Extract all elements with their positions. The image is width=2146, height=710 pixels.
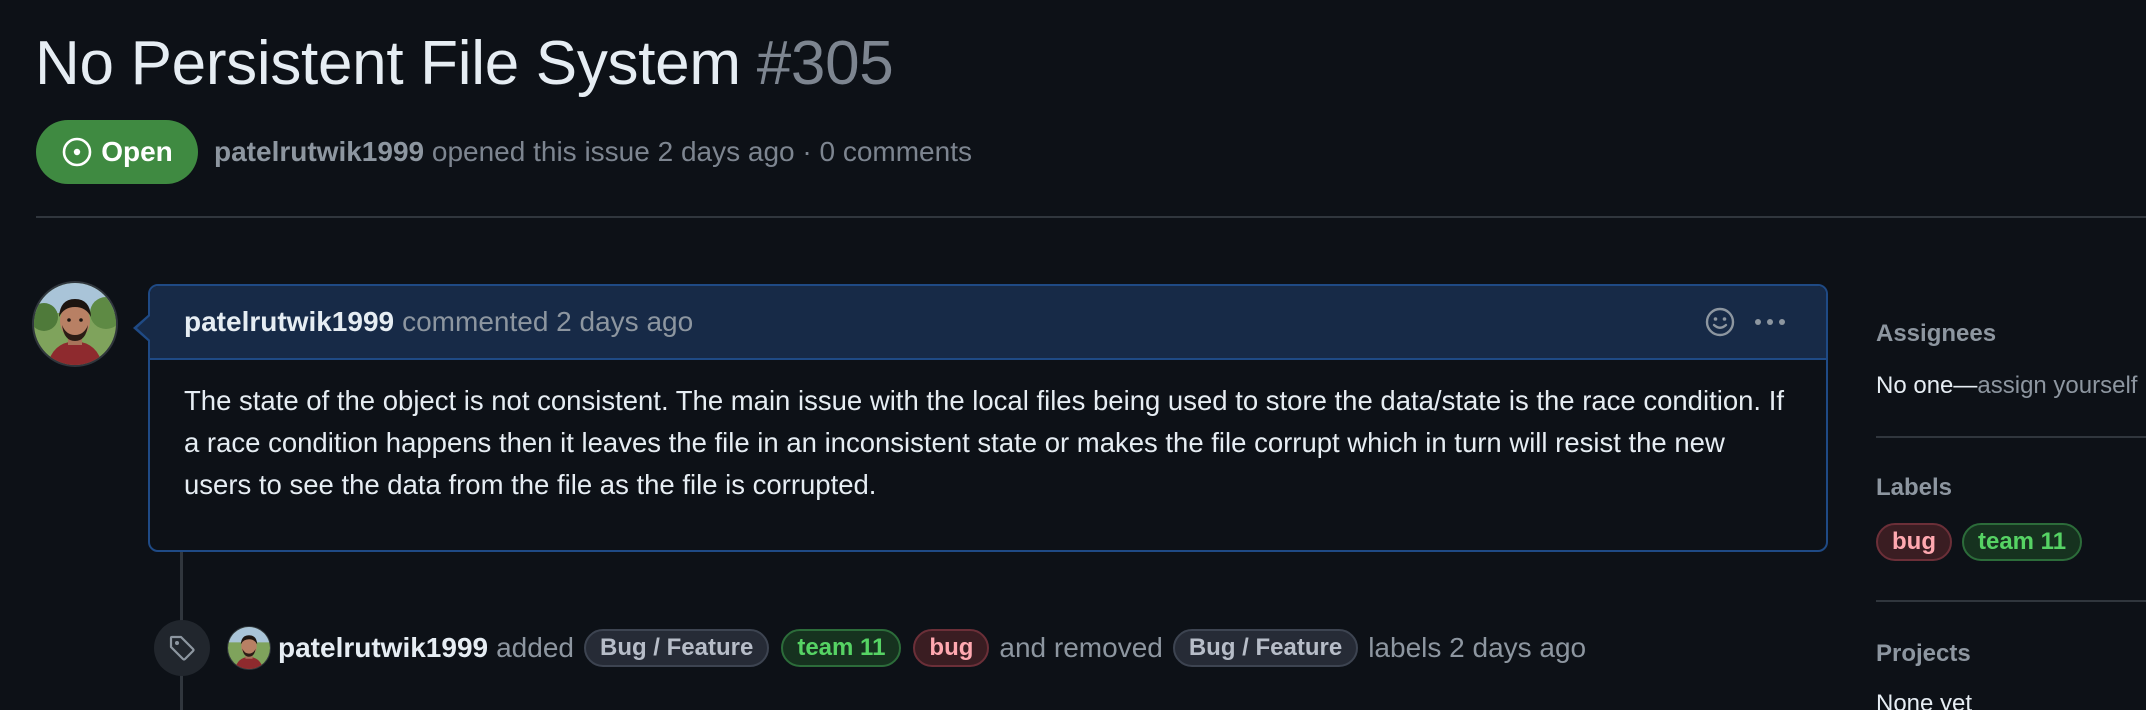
issue-meta-text: opened this issue 2 days ago · 0 comment… — [431, 136, 972, 167]
comment-pointer-fill — [137, 316, 150, 340]
sidebar-label-team-11[interactable]: team 11 — [1961, 523, 2083, 561]
comment-body: The state of the object is not consisten… — [184, 385, 1784, 500]
projects-value: None yet — [1876, 690, 1973, 710]
projects-heading[interactable]: Projects — [1876, 640, 1971, 668]
event-removed-text: and removed — [999, 632, 1163, 663]
header-divider — [36, 216, 2146, 218]
tag-icon — [154, 620, 210, 676]
event-author-link[interactable]: patelrutwik1999 — [278, 632, 488, 664]
comment-author-avatar[interactable] — [34, 283, 116, 365]
issue-meta: patelrutwik1999 opened this issue 2 days… — [214, 132, 972, 172]
comment-author-link[interactable]: patelrutwik1999 — [184, 306, 394, 338]
smiley-icon[interactable] — [1702, 304, 1738, 340]
comment-header: patelrutwik1999 commented 2 days ago — [150, 286, 1826, 360]
issue-state-badge: Open — [36, 120, 198, 184]
event-author-avatar[interactable] — [228, 627, 270, 669]
label-event: patelrutwik1999 added Bug / Feature team… — [278, 626, 1586, 670]
sidebar-divider — [1876, 436, 2146, 438]
sidebar-labels: bug team 11 — [1876, 523, 2083, 561]
comment-actions — [1702, 304, 1788, 340]
label-bug-feature[interactable]: Bug / Feature — [583, 629, 770, 667]
sidebar-divider — [1876, 600, 2146, 602]
comment-timestamp[interactable]: commented 2 days ago — [402, 306, 693, 338]
event-added-text: added — [496, 632, 574, 663]
issue-title: No Persistent File System #305 — [35, 26, 894, 102]
issue-state-label: Open — [101, 136, 173, 167]
comment-box: patelrutwik1999 commented 2 days ago The — [133, 284, 1828, 552]
labels-heading[interactable]: Labels — [1876, 474, 1952, 502]
event-suffix[interactable]: labels 2 days ago — [1368, 632, 1586, 664]
assignees-heading[interactable]: Assignees — [1876, 320, 1996, 348]
label-bug-feature-removed[interactable]: Bug / Feature — [1172, 629, 1359, 667]
issue-author-link[interactable]: patelrutwik1999 — [214, 136, 424, 167]
issue-open-icon — [61, 136, 93, 168]
assignees-value: No one—assign yourself — [1876, 372, 2137, 400]
issue-number: #305 — [756, 29, 894, 98]
kebab-horizontal-icon[interactable] — [1752, 304, 1788, 340]
issue-title-text: No Persistent File System — [35, 29, 741, 98]
sidebar-label-bug[interactable]: bug — [1876, 523, 1952, 561]
label-bug[interactable]: bug — [913, 629, 990, 667]
assign-yourself-link[interactable]: assign yourself — [1977, 372, 2137, 399]
label-team-11[interactable]: team 11 — [781, 629, 902, 667]
assignees-none-text: No one— — [1876, 372, 1978, 399]
